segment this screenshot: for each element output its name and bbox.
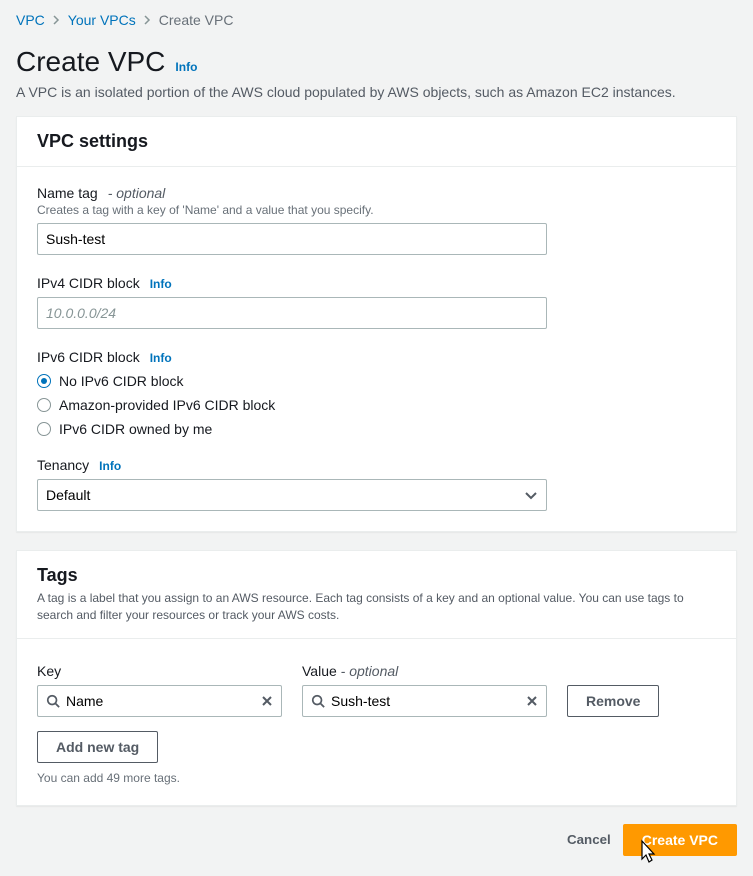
tags-panel: Tags A tag is a label that you assign to…	[16, 550, 737, 806]
tag-value-input[interactable]	[325, 686, 524, 716]
ipv6-option-owned[interactable]: IPv6 CIDR owned by me	[37, 421, 716, 437]
page-description: A VPC is an isolated portion of the AWS …	[16, 84, 737, 100]
info-link[interactable]: Info	[99, 459, 121, 473]
ipv4-label: IPv4 CIDR block	[37, 275, 140, 291]
info-link[interactable]: Info	[150, 277, 172, 291]
search-icon	[46, 694, 60, 708]
radio-label: Amazon-provided IPv6 CIDR block	[59, 397, 275, 413]
clear-icon[interactable]	[524, 693, 540, 709]
tags-heading: Tags	[37, 565, 716, 586]
optional-text: - optional	[108, 185, 166, 201]
radio-label: IPv6 CIDR owned by me	[59, 421, 212, 437]
breadcrumb: VPC Your VPCs Create VPC	[16, 12, 737, 28]
info-link[interactable]: Info	[175, 60, 197, 74]
add-tag-button[interactable]: Add new tag	[37, 731, 158, 763]
tags-footer: You can add 49 more tags.	[37, 771, 716, 785]
tag-value-label: Value - optional	[302, 663, 547, 679]
ipv6-option-amazon[interactable]: Amazon-provided IPv6 CIDR block	[37, 397, 716, 413]
tag-key-input[interactable]	[60, 686, 259, 716]
info-link[interactable]: Info	[150, 351, 172, 365]
vpc-settings-heading: VPC settings	[37, 131, 716, 152]
radio-icon	[37, 398, 51, 412]
radio-label: No IPv6 CIDR block	[59, 373, 183, 389]
tenancy-select[interactable]	[37, 479, 547, 511]
vpc-settings-panel: VPC settings Name tag - optional Creates…	[16, 116, 737, 532]
cancel-button[interactable]: Cancel	[567, 832, 611, 847]
ipv6-label: IPv6 CIDR block	[37, 349, 140, 365]
optional-text: - optional	[341, 663, 399, 679]
name-tag-hint: Creates a tag with a key of 'Name' and a…	[37, 203, 716, 217]
chevron-right-icon	[144, 12, 151, 28]
tag-value-label-text: Value	[302, 663, 337, 679]
page-title: Create VPC	[16, 46, 165, 78]
clear-icon[interactable]	[259, 693, 275, 709]
tag-key-label: Key	[37, 663, 282, 679]
tenancy-label: Tenancy	[37, 457, 89, 473]
radio-icon	[37, 422, 51, 436]
remove-tag-button[interactable]: Remove	[567, 685, 659, 717]
name-tag-label: Name tag	[37, 185, 98, 201]
tags-description: A tag is a label that you assign to an A…	[37, 590, 716, 624]
breadcrumb-link-your-vpcs[interactable]: Your VPCs	[68, 12, 136, 28]
breadcrumb-link-vpc[interactable]: VPC	[16, 12, 45, 28]
tag-value-input-wrap	[302, 685, 547, 717]
ipv4-cidr-input[interactable]	[37, 297, 547, 329]
search-icon	[311, 694, 325, 708]
ipv6-option-none[interactable]: No IPv6 CIDR block	[37, 373, 716, 389]
breadcrumb-current: Create VPC	[159, 12, 234, 28]
name-tag-input[interactable]	[37, 223, 547, 255]
tag-key-input-wrap	[37, 685, 282, 717]
form-actions: Cancel Create VPC	[16, 824, 737, 856]
chevron-right-icon	[53, 12, 60, 28]
radio-icon	[37, 374, 51, 388]
create-vpc-button[interactable]: Create VPC	[623, 824, 737, 856]
